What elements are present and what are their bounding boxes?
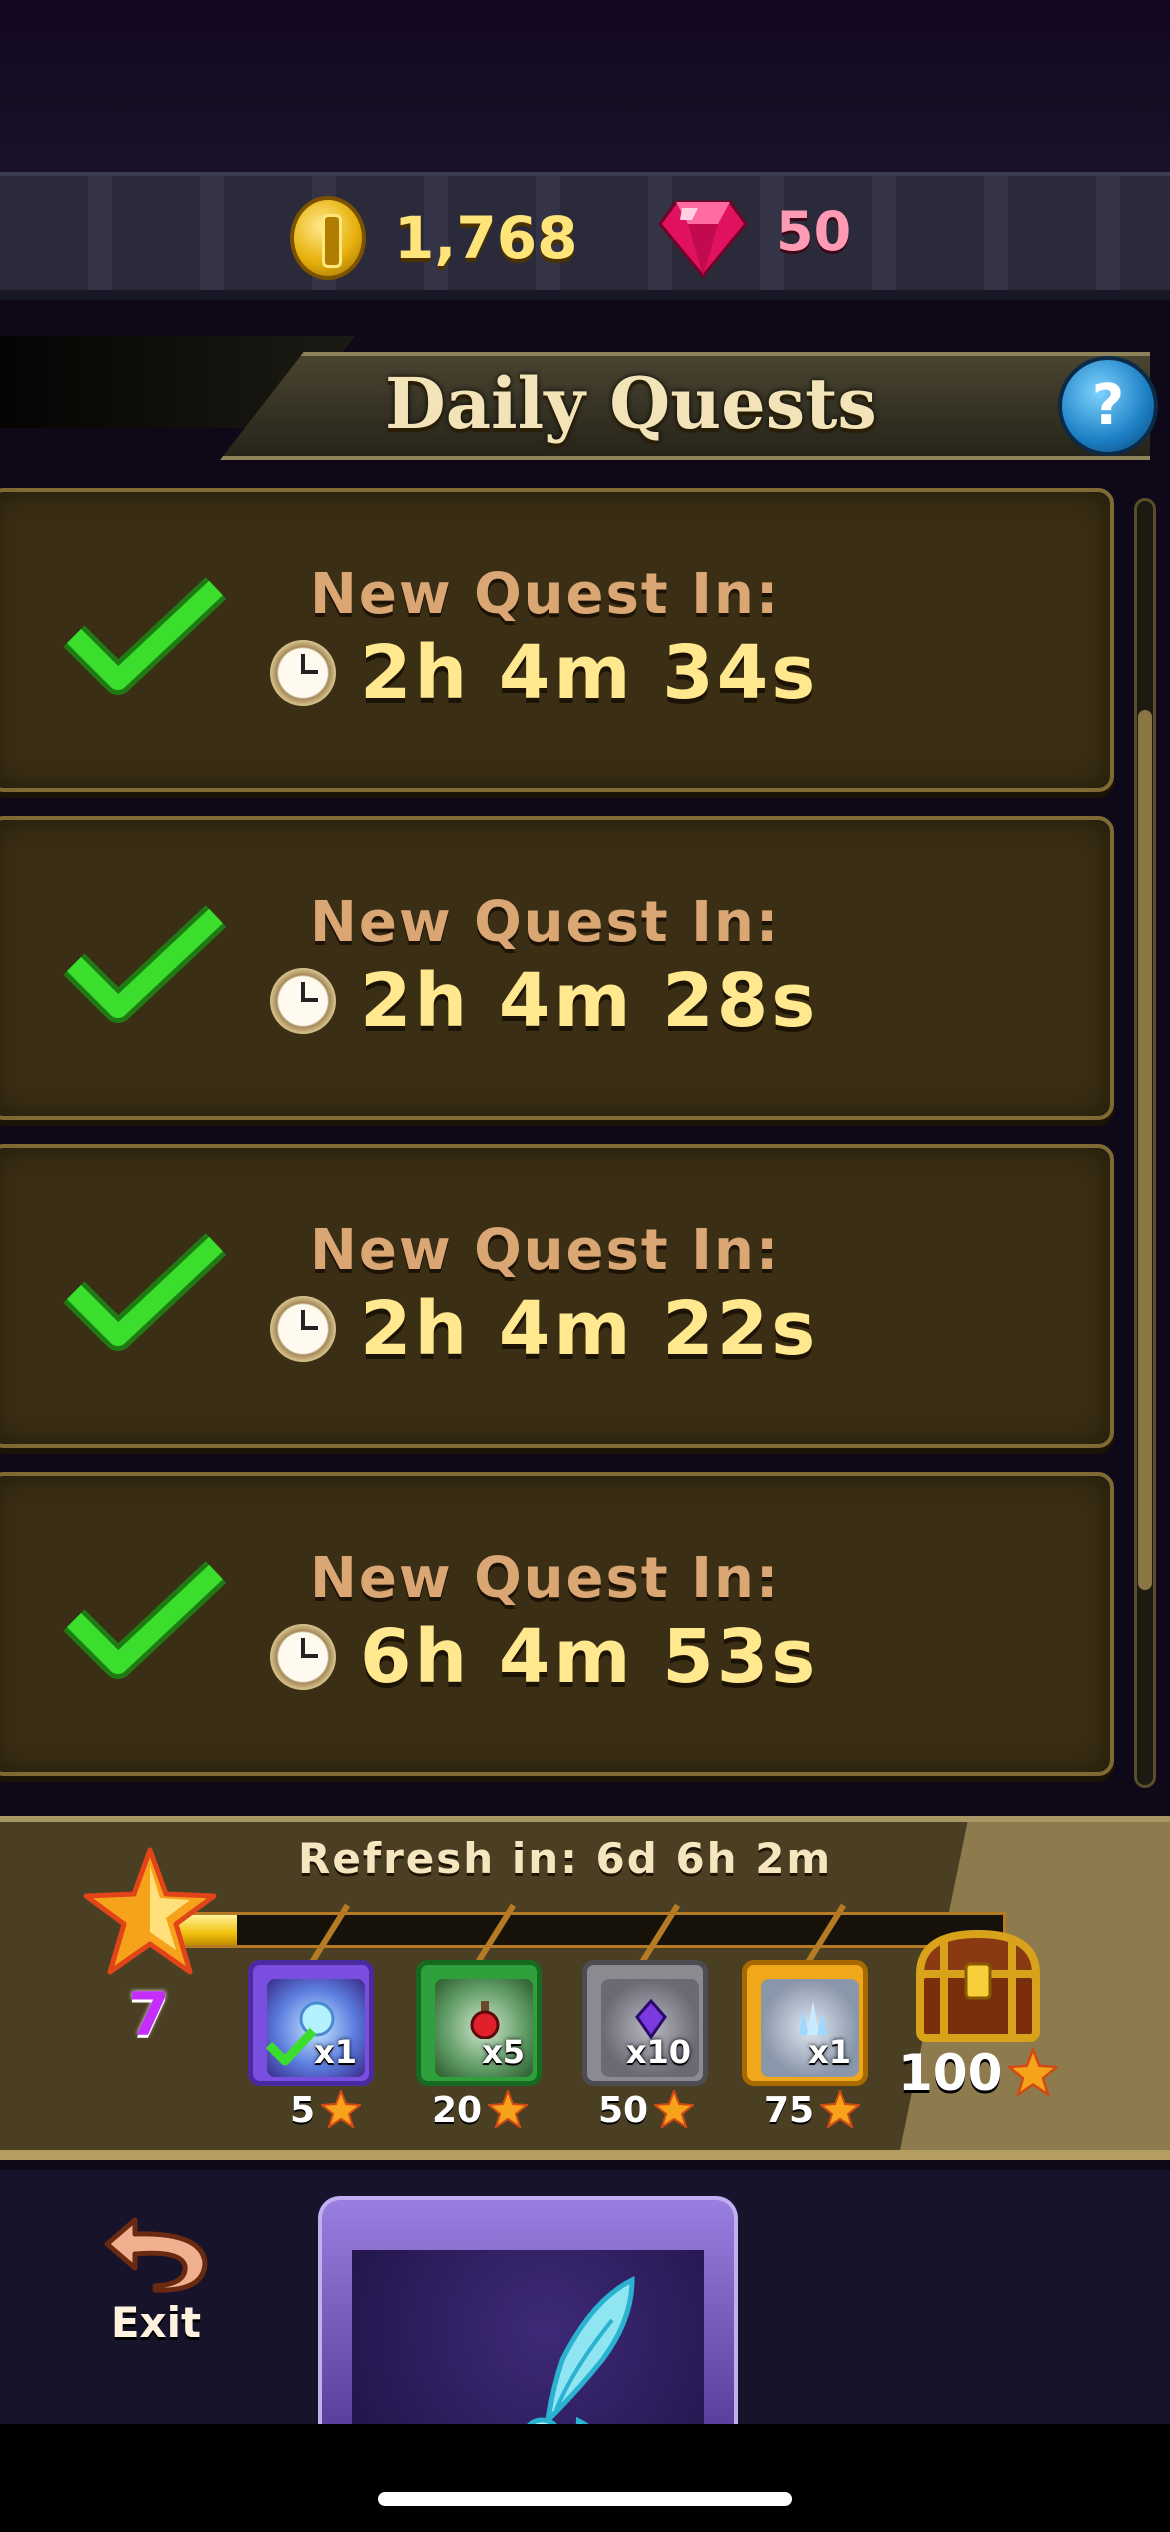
reward-qty: x1 (808, 2033, 851, 2071)
chest-cost: 100 (898, 2044, 1059, 2102)
quest-label: New Quest In: (310, 1546, 781, 1611)
reward-qty: x5 (482, 2033, 525, 2071)
reward-potion[interactable]: x5 (416, 1960, 542, 2086)
quest-timer: 6h 4m 53s (360, 1614, 819, 1700)
scrollbar-thumb[interactable] (1138, 710, 1152, 1590)
gem-amount: 50 (776, 200, 852, 263)
check-icon (63, 905, 227, 1023)
coin-icon (290, 196, 366, 280)
quest-label: New Quest In: (310, 890, 781, 955)
star-icon (488, 2090, 529, 2128)
exit-label: Exit (110, 2298, 202, 2347)
reward-crystal[interactable]: x10 (582, 1960, 708, 2086)
clock-icon (270, 968, 336, 1034)
quest-label: New Quest In: (310, 562, 781, 627)
reward-cost: 20 (432, 2090, 529, 2131)
chest-cost-value: 100 (898, 2044, 1003, 2102)
quest-timer: 2h 4m 22s (360, 1286, 819, 1372)
exit-button[interactable]: Exit (96, 2210, 216, 2360)
star-icon (83, 1847, 217, 1975)
quest-label: New Quest In: (310, 1218, 781, 1283)
reward-crystal-cluster[interactable]: x1 (742, 1960, 868, 2086)
reward-qty: x1 (314, 2033, 357, 2071)
quest-timer: 2h 4m 34s (360, 630, 819, 716)
coin-amount: 1,768 (394, 204, 578, 272)
reward-cost: 75 (764, 2090, 861, 2131)
reward-cost-value: 75 (764, 2090, 815, 2131)
quest-card[interactable]: New Quest In: 6h 4m 53s (0, 1472, 1114, 1776)
star-icon (321, 2090, 362, 2128)
reward-cost-value: 5 (290, 2090, 316, 2131)
refresh-timer: Refresh in: 6d 6h 2m (298, 1834, 833, 1883)
reward-orb[interactable]: x1 (248, 1960, 374, 2086)
quest-timer: 2h 4m 28s (360, 958, 819, 1044)
clock-icon (270, 1624, 336, 1690)
star-count: 7 (128, 1980, 170, 2050)
claimed-check-icon (265, 2027, 317, 2066)
check-icon (63, 577, 227, 695)
quest-log-button-inner (352, 2250, 704, 2470)
reward-cost-value: 20 (432, 2090, 483, 2131)
star-icon (1008, 2048, 1059, 2096)
star-icon (820, 2090, 861, 2128)
quest-card[interactable]: New Quest In: 2h 4m 22s (0, 1144, 1114, 1448)
star-progress-bar (176, 1912, 1006, 1948)
star-icon (654, 2090, 695, 2128)
currency-bar (0, 172, 1170, 300)
return-arrow-icon (104, 2217, 208, 2293)
treasure-chest-icon[interactable] (908, 1924, 1048, 2048)
gem-icon (658, 200, 748, 278)
check-icon (63, 1561, 227, 1679)
quest-list[interactable]: New Quest In: 2h 4m 34s New Quest In: 2h… (0, 488, 1118, 1818)
page-title: Daily Quests (385, 362, 877, 445)
quest-log-button[interactable] (318, 2196, 738, 2470)
home-indicator-area (0, 2424, 1170, 2532)
reward-cost: 50 (598, 2090, 695, 2131)
reward-cost-value: 50 (598, 2090, 649, 2131)
quest-card[interactable]: New Quest In: 2h 4m 34s (0, 488, 1114, 792)
quest-card[interactable]: New Quest In: 2h 4m 28s (0, 816, 1114, 1120)
reward-cost: 5 (290, 2090, 362, 2131)
home-indicator[interactable] (378, 2492, 792, 2506)
help-button[interactable]: ? (1058, 356, 1158, 456)
clock-icon (270, 640, 336, 706)
check-icon (63, 1233, 227, 1351)
clock-icon (270, 1296, 336, 1362)
reward-qty: x10 (625, 2033, 691, 2071)
status-area (0, 0, 1170, 172)
